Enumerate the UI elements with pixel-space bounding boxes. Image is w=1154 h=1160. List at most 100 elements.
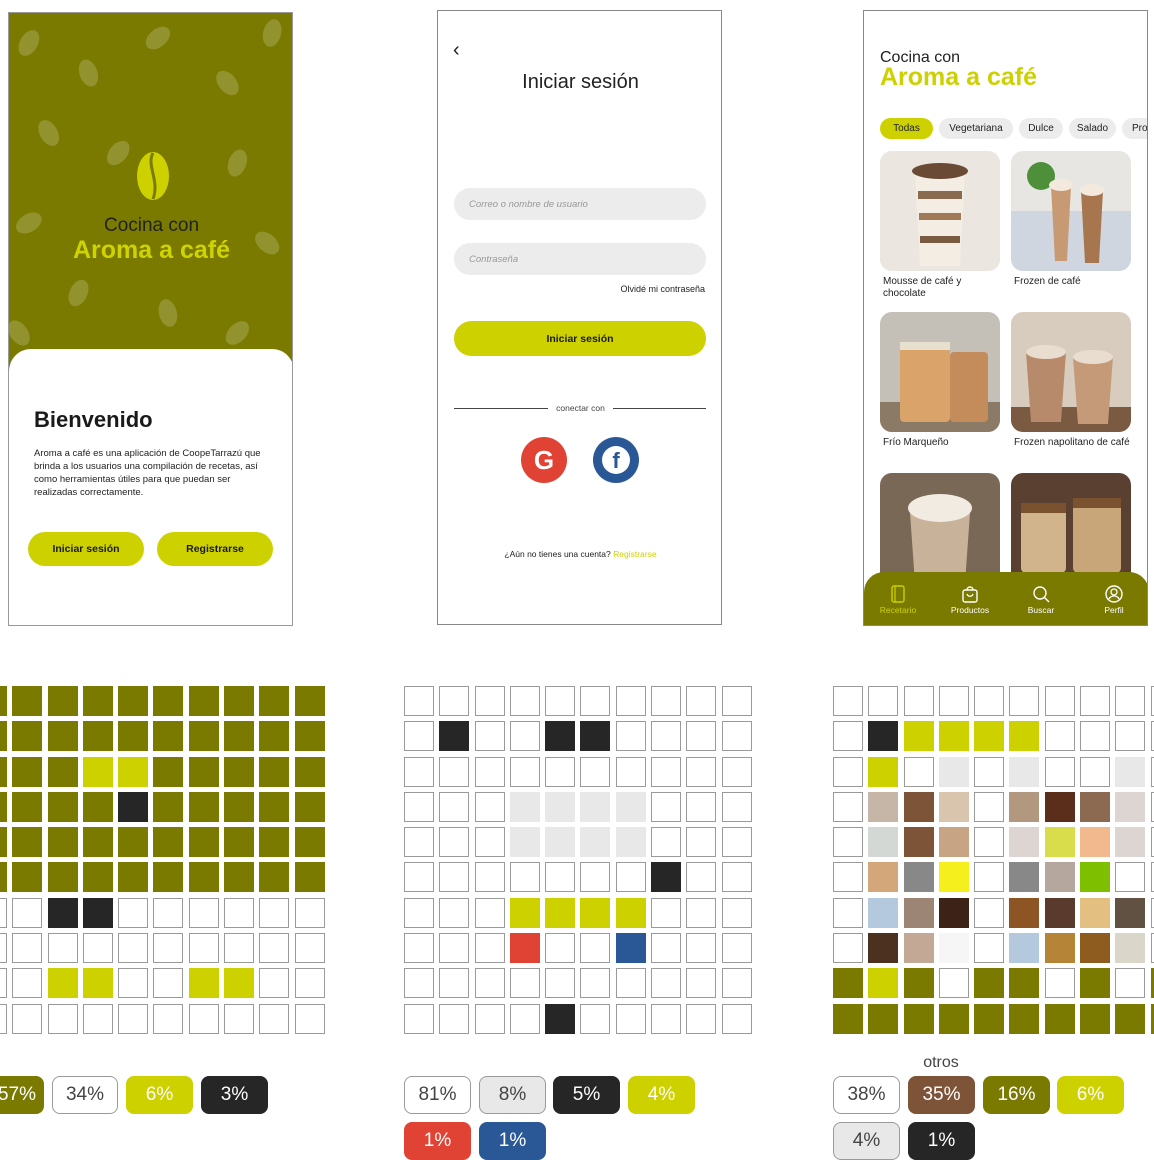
filter-chip-vegetariana[interactable]: Vegetariana [939,118,1013,139]
color-swatch-cell [47,968,78,999]
nav-recetario[interactable]: Recetario [867,572,929,625]
forgot-password-link[interactable]: Olvidé mi contraseña [620,284,705,294]
recipe-card-title: Frozen de café [1014,276,1081,287]
color-swatch-cell [938,1003,969,1034]
color-swatch-cell [1009,827,1040,858]
color-swatch-cell [0,686,7,716]
color-swatch-cell [294,933,325,964]
color-swatch-cell [1080,756,1111,787]
color-swatch-cell [118,933,149,964]
color-swatch-cell [721,686,752,716]
color-swatch-cell [0,721,7,752]
recipe-card-title: Frío Marqueño [883,437,949,448]
color-swatch-cell [153,791,184,822]
color-swatch-cell [47,1003,78,1034]
search-icon [1033,586,1050,603]
welcome-description: Aroma a café es una aplicación de CoopeT… [34,448,261,498]
color-swatch-cell [833,827,863,858]
google-icon: G [533,444,555,475]
color-swatch-cell [721,862,752,893]
signup-link[interactable]: Registrarse [613,549,656,559]
color-swatch-cell [0,968,7,999]
filter-chip-salado[interactable]: Salado [1069,118,1116,139]
color-swatch-cell [615,968,646,999]
recipe-card-image[interactable] [880,312,1000,432]
color-grid-login [404,686,752,1034]
color-swatch-cell [1080,968,1111,999]
facebook-login-button[interactable]: f [593,437,639,483]
color-swatch-cell [1115,933,1146,964]
color-swatch-cell [12,968,43,999]
color-swatch-cell [615,721,646,752]
color-swatch-cell [974,933,1005,964]
color-swatch-cell [651,862,682,893]
color-swatch-cell [224,968,255,999]
color-swatch-cell [974,1003,1005,1034]
color-swatch-cell [404,756,434,787]
filter-chip-dulce[interactable]: Dulce [1019,118,1063,139]
color-swatch-cell [474,827,505,858]
back-arrow-icon[interactable]: ‹ [453,39,460,62]
connect-label: conectar con [548,403,613,413]
color-swatch-cell [153,756,184,787]
color-swatch-cell [721,897,752,928]
color-swatch-cell [974,791,1005,822]
login-button[interactable]: Iniciar sesión [28,532,144,566]
color-swatch-cell [686,862,717,893]
nav-productos[interactable]: Productos [939,572,1001,625]
color-swatch-cell [47,933,78,964]
login-screen: ‹ Iniciar sesión Correo o nombre de usua… [437,10,722,625]
color-swatch-cell [1044,791,1075,822]
palette-badge: 1% [404,1122,471,1160]
color-swatch-cell [903,968,934,999]
recipe-card-image[interactable] [1011,151,1131,271]
color-swatch-cell [1009,1003,1040,1034]
color-swatch-cell [118,827,149,858]
color-swatch-cell [474,862,505,893]
username-field[interactable]: Correo o nombre de usuario [454,188,706,220]
color-swatch-cell [1115,897,1146,928]
color-swatch-cell [118,721,149,752]
color-swatch-cell [294,756,325,787]
color-swatch-cell [224,827,255,858]
color-swatch-cell [545,827,576,858]
color-swatch-cell [833,791,863,822]
color-swatch-cell [294,968,325,999]
color-swatch-cell [615,791,646,822]
brand-title: Aroma a café [880,63,1038,91]
register-button[interactable]: Registrarse [157,532,273,566]
color-swatch-cell [404,862,434,893]
color-swatch-cell [509,686,540,716]
color-swatch-cell [439,968,470,999]
recipe-card-title: Frozen napolitano de café [1014,437,1130,448]
color-swatch-cell [294,862,325,893]
color-swatch-cell [545,968,576,999]
nav-label: Productos [950,605,990,615]
color-swatch-cell [224,897,255,928]
filter-chip-productos[interactable]: Pro [1122,118,1147,139]
color-swatch-cell [47,721,78,752]
color-swatch-cell [903,862,934,893]
palette-badge: 38% [833,1076,900,1114]
color-swatch-cell [294,721,325,752]
recipe-card-image[interactable] [1011,312,1131,432]
color-swatch-cell [938,721,969,752]
nav-perfil[interactable]: Perfil [1083,572,1145,625]
filter-chip-todas[interactable]: Todas [880,118,933,139]
color-swatch-cell [833,721,863,752]
color-swatch-cell [686,1003,717,1034]
nav-buscar[interactable]: Buscar [1010,572,1072,625]
nav-label: Perfil [1104,605,1124,615]
palette-badge: 8% [479,1076,546,1114]
color-swatch-cell [47,827,78,858]
recipe-card-image[interactable] [880,151,1000,271]
signup-prompt: ¿Aún no tienes una cuenta? Registrarse [438,549,723,559]
password-field[interactable]: Contraseña [454,243,706,275]
color-swatch-cell [1044,1003,1075,1034]
color-swatch-cell [868,721,899,752]
login-submit-button[interactable]: Iniciar sesión [454,321,706,356]
color-swatch-cell [615,756,646,787]
color-swatch-cell [439,1003,470,1034]
google-login-button[interactable]: G [521,437,567,483]
color-swatch-cell [545,897,576,928]
